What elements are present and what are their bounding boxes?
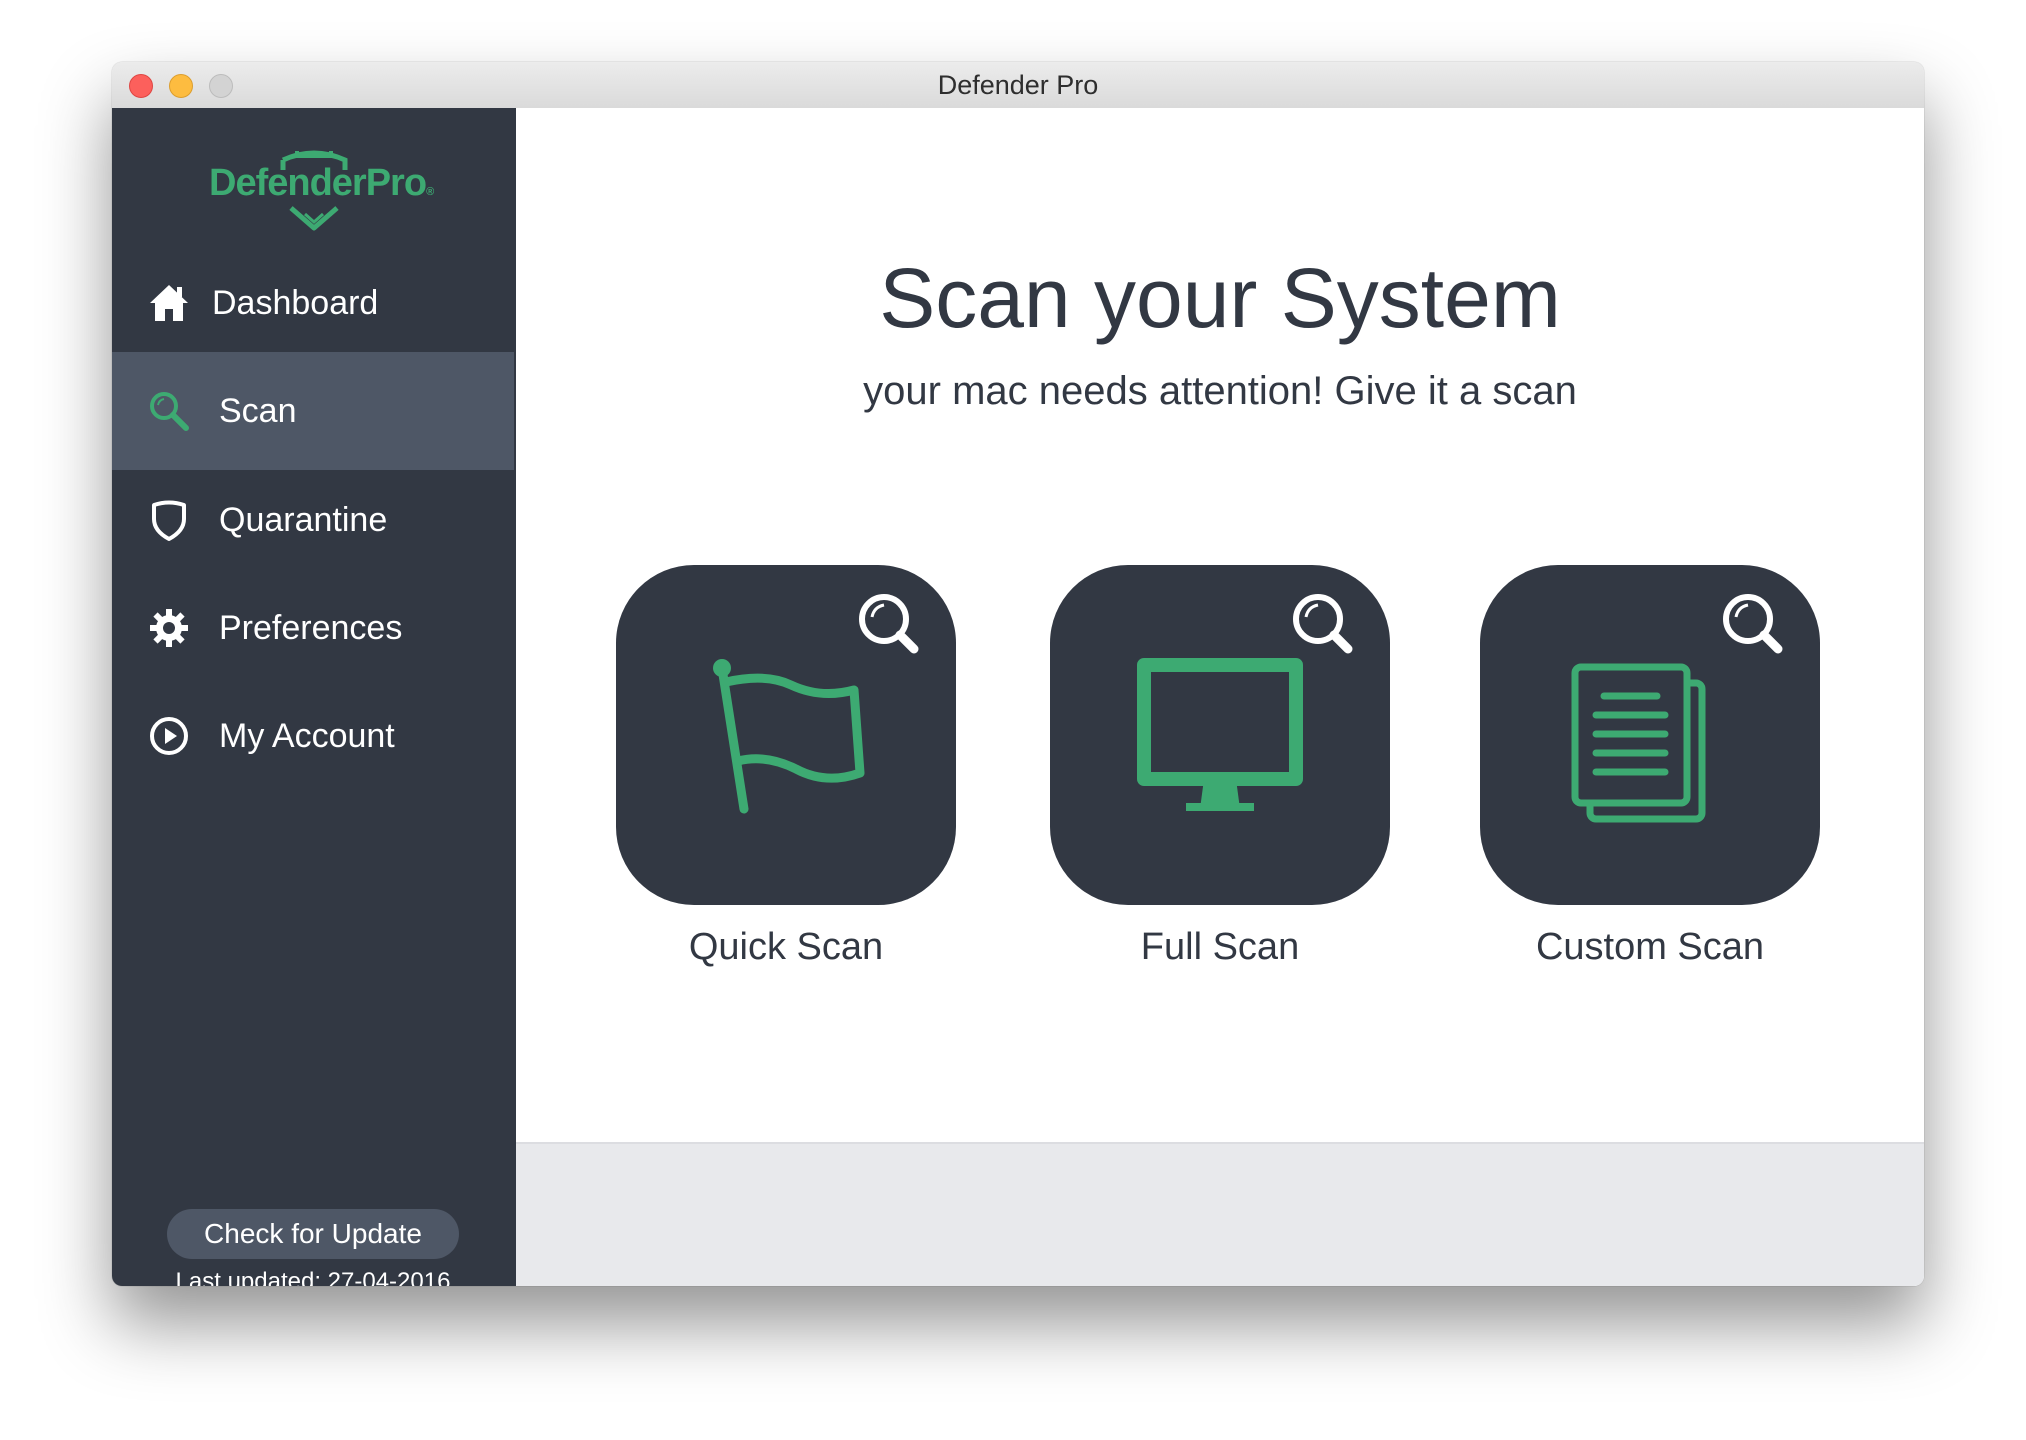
home-icon	[150, 285, 188, 321]
window-title: Defender Pro	[937, 70, 1099, 100]
full-scan-label: Full Scan	[1140, 926, 1300, 968]
custom-scan-button[interactable]	[1480, 565, 1820, 905]
sidebar-item-preferences[interactable]: Preferences	[112, 569, 514, 687]
check-for-update-button[interactable]: Check for Update	[167, 1209, 459, 1259]
logo-text: DefenderPro	[209, 162, 427, 204]
full-scan-button[interactable]	[1050, 565, 1390, 905]
gear-icon	[150, 609, 188, 647]
sidebar-item-label: My Account	[219, 717, 395, 755]
shield-icon	[152, 500, 186, 541]
main-content: Scan your System your mac needs attentio…	[516, 108, 1924, 1286]
sidebar: DefenderPro® Dashboard Scan Quarantine P…	[112, 108, 516, 1286]
status-footer	[516, 1142, 1924, 1286]
page-title: Scan your System	[879, 251, 1561, 345]
registered-mark: ®	[426, 186, 435, 198]
sidebar-item-dashboard[interactable]: Dashboard	[112, 244, 514, 362]
sidebar-item-label: Preferences	[219, 609, 403, 647]
sidebar-item-my-account[interactable]: My Account	[112, 677, 514, 795]
sidebar-item-scan[interactable]: Scan	[112, 352, 514, 470]
last-updated-text: Last updated: 27-04-2016	[175, 1268, 451, 1286]
magnifier-icon	[859, 594, 919, 654]
sidebar-item-quarantine[interactable]: Quarantine	[112, 461, 514, 579]
magnifier-icon	[1293, 594, 1353, 654]
quick-scan-button[interactable]	[616, 565, 956, 905]
magnifier-icon	[1723, 594, 1783, 654]
custom-scan-label: Custom Scan	[1535, 926, 1765, 968]
app-window: Defender Pro DefenderPro® Dashboard Scan…	[112, 62, 1924, 1286]
app-logo: DefenderPro®	[209, 144, 434, 234]
search-icon	[150, 392, 189, 431]
sidebar-item-label: Dashboard	[212, 284, 379, 322]
sidebar-item-label: Scan	[219, 392, 297, 430]
sidebar-item-label: Quarantine	[219, 501, 388, 539]
title-bar: Defender Pro	[112, 62, 1924, 109]
page-subtitle: your mac needs attention! Give it a scan	[863, 369, 1577, 413]
quick-scan-label: Quick Scan	[688, 926, 884, 968]
play-circle-icon	[150, 717, 188, 755]
